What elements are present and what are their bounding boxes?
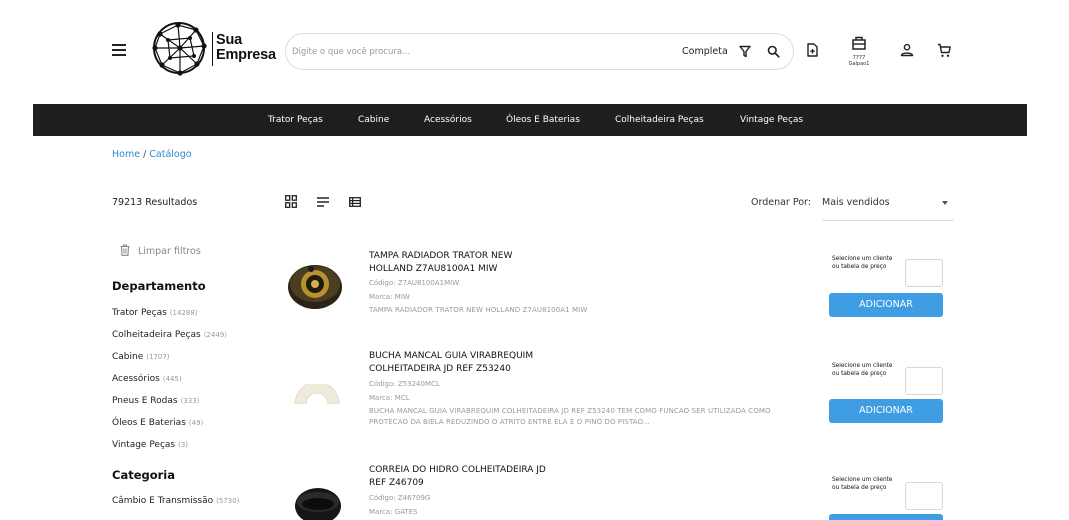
grid-view-icon[interactable] [285, 195, 297, 208]
facet-label: Pneus E Rodas [112, 396, 178, 406]
clear-filters-label: Limpar filtros [138, 246, 201, 257]
category-title: Categoria [112, 468, 176, 482]
product-row: TAMPA RADIADOR TRATOR NEW HOLLAND Z7AU81… [282, 242, 946, 352]
add-to-cart-button[interactable]: ADICIONAR [829, 399, 943, 423]
product-title[interactable]: CORREIA DO HIDRO COLHEITADEIRA JD REF Z4… [369, 464, 559, 490]
search-icon[interactable] [767, 45, 780, 58]
facet-count: (445) [162, 375, 182, 383]
nav-item-oleos-baterias[interactable]: Óleos E Baterias [506, 115, 580, 125]
store-icon [852, 36, 866, 50]
product-image[interactable] [292, 384, 342, 404]
product-image[interactable] [286, 260, 344, 312]
logo-network-icon [152, 22, 207, 76]
breadcrumb-current[interactable]: Catálogo [149, 149, 191, 160]
product-image[interactable] [294, 482, 342, 520]
clear-filters-button[interactable]: Limpar filtros [120, 244, 201, 257]
facet-department-item[interactable]: Vintage Peças (3) [112, 440, 188, 450]
facet-count: (3) [178, 441, 189, 449]
table-view-icon[interactable] [349, 197, 361, 207]
product-brand: Marca: MIW [369, 293, 410, 301]
logo-line-2: Empresa [216, 47, 276, 63]
logo-line-1: Sua [216, 32, 242, 48]
category-nav: Trator Peças Cabine Acessórios Óleos E B… [33, 104, 1027, 136]
logo[interactable]: Sua Empresa [150, 20, 278, 78]
sort-label: Ordenar Por: [751, 197, 812, 208]
product-description: BUCHA MANCAL GUIA VIRABREQUIM COLHEITADE… [369, 407, 771, 426]
sort-dropdown[interactable]: Mais vendidos [822, 192, 954, 221]
menu-icon[interactable] [112, 44, 126, 56]
nav-item-acessorios[interactable]: Acessórios [424, 115, 472, 125]
product-code: Código: Z7AU8100A1MIW [369, 279, 460, 287]
price-table-hint: Selecione um cliente ou tabela de preço [832, 477, 893, 491]
facet-department-item[interactable]: Cabine (1707) [112, 352, 170, 362]
facet-label: Óleos E Baterias [112, 418, 186, 428]
trash-icon [120, 244, 130, 256]
product-brand: Marca: GATES [369, 508, 418, 516]
facet-label: Cabine [112, 352, 144, 362]
filter-icon[interactable] [739, 45, 751, 58]
store-name: Galpao1 [848, 61, 870, 67]
nav-item-trator-pecas[interactable]: Trator Peças [268, 115, 323, 125]
price-table-hint: Selecione um cliente ou tabela de preço [832, 363, 893, 377]
add-to-cart-button[interactable] [829, 514, 943, 520]
quantity-input[interactable] [905, 482, 943, 510]
sort-value: Mais vendidos [822, 197, 890, 208]
product-row: CORREIA DO HIDRO COLHEITADEIRA JD REF Z4… [282, 462, 946, 520]
list-view-icon[interactable] [317, 197, 330, 207]
product-brand: Marca: MCL [369, 394, 410, 402]
product-title[interactable]: TAMPA RADIADOR TRATOR NEW HOLLAND Z7AU81… [369, 250, 559, 276]
price-table-hint: Selecione um cliente ou tabela de preço [832, 256, 893, 270]
facet-count: (2449) [203, 331, 227, 339]
facet-count: (49) [188, 419, 204, 427]
facet-count: (333) [180, 397, 200, 405]
breadcrumb-home[interactable]: Home [112, 149, 140, 160]
facet-department-item[interactable]: Pneus E Rodas (333) [112, 396, 199, 406]
nav-item-vintage-pecas[interactable]: Vintage Peças [740, 115, 803, 125]
facet-label: Vintage Peças [112, 440, 176, 450]
nav-item-colheitadeira-pecas[interactable]: Colheitadeira Peças [615, 115, 704, 125]
cart-icon[interactable] [937, 43, 951, 58]
facet-label: Acessórios [112, 374, 160, 384]
facet-label: Colheitadeira Peças [112, 330, 201, 340]
product-code: Código: Z46709G [369, 494, 431, 502]
facet-label: Trator Peças [112, 308, 167, 318]
facet-count: (1707) [146, 353, 170, 361]
product-description: TAMPA RADIADOR TRATOR NEW HOLLAND Z7AU81… [369, 306, 588, 314]
product-row: BUCHA MANCAL GUIA VIRABREQUIM COLHEITADE… [282, 348, 946, 458]
search-bar: Completa [285, 33, 794, 70]
breadcrumb-separator: / [143, 149, 147, 160]
facet-count: (5730) [216, 497, 240, 505]
facet-count: (14288) [169, 309, 198, 317]
facet-label: Câmbio E Transmissão [112, 496, 214, 506]
results-count: 79213 Resultados [112, 197, 198, 208]
search-input[interactable] [292, 43, 592, 61]
facet-department-item[interactable]: Acessórios (445) [112, 374, 182, 384]
breadcrumb: Home / Catálogo [112, 149, 192, 160]
search-mode-label[interactable]: Completa [682, 46, 728, 57]
add-to-cart-button[interactable]: ADICIONAR [829, 293, 943, 317]
facet-department-item[interactable]: Colheitadeira Peças (2449) [112, 330, 227, 340]
facet-department-item[interactable]: Óleos E Baterias (49) [112, 418, 203, 428]
logo-text: Sua Empresa [216, 33, 276, 63]
quantity-input[interactable] [905, 259, 943, 287]
facet-category-item[interactable]: Câmbio E Transmissão (5730) [112, 496, 239, 506]
product-code: Código: Z53240MCL [369, 380, 440, 388]
facet-department-item[interactable]: Trator Peças (14288) [112, 308, 198, 318]
logo-divider [212, 32, 213, 66]
document-add-icon[interactable] [807, 43, 818, 57]
product-title[interactable]: BUCHA MANCAL GUIA VIRABREQUIM COLHEITADE… [369, 350, 559, 376]
user-icon[interactable] [900, 43, 914, 57]
nav-item-cabine[interactable]: Cabine [358, 115, 389, 125]
store-selector[interactable]: 7777 Galpao1 [844, 36, 874, 67]
filters-sidebar: Limpar filtros Departamento Trator Peças… [96, 232, 270, 520]
department-title: Departamento [112, 279, 206, 293]
quantity-input[interactable] [905, 367, 943, 395]
chevron-down-icon [942, 201, 948, 205]
